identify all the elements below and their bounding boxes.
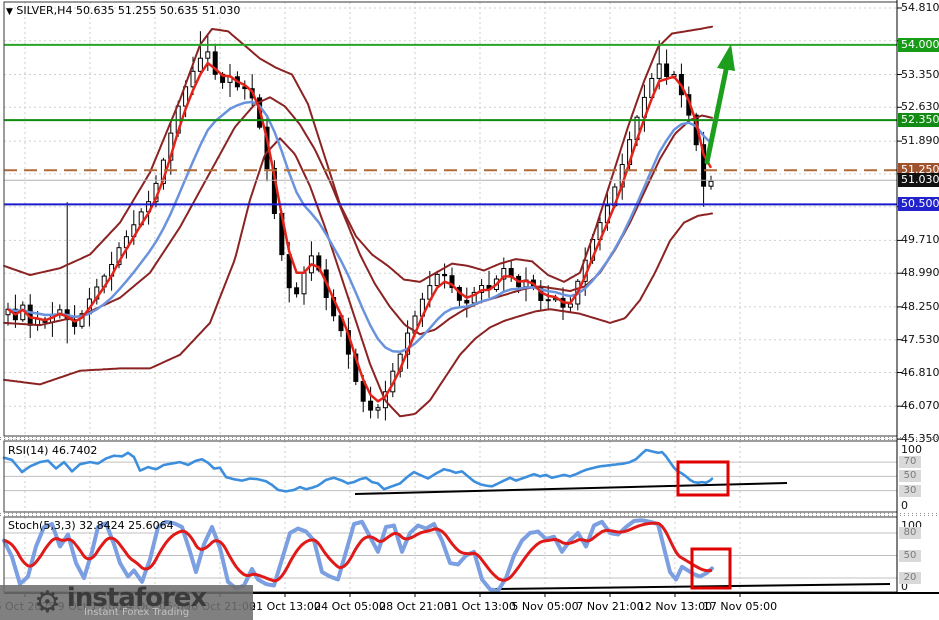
symbol-dropdown-marker[interactable]: ▼ xyxy=(6,7,13,17)
price-badge-51.030: 51.030 xyxy=(898,173,939,187)
instaforex-watermark: ⚙ instaforex Instant Forex Trading xyxy=(0,585,253,620)
price-badge-52.350: 52.350 xyxy=(898,113,939,127)
candle-body xyxy=(664,63,670,77)
candle-body xyxy=(545,299,551,302)
pane-frames xyxy=(0,0,939,597)
candle-body xyxy=(708,180,714,187)
up-arrow-head xyxy=(717,44,735,71)
candle-body xyxy=(375,407,381,411)
rsi-highlight-rect xyxy=(676,460,730,497)
candle-body xyxy=(442,273,448,277)
rsi-scale-100: 100 xyxy=(901,443,922,456)
price-scale-label: 47.530 xyxy=(901,333,939,346)
candle-body xyxy=(567,303,573,308)
candle-body xyxy=(301,272,307,295)
price-scale-label: 48.990 xyxy=(901,266,939,279)
time-axis-label: 5 Nov 05:00 xyxy=(511,600,579,613)
rsi-trendline[interactable] xyxy=(354,482,788,495)
time-axis-label: 24 Oct 05:00 xyxy=(314,600,386,613)
rsi-pane[interactable] xyxy=(2,448,897,497)
rsi-scale-0: 0 xyxy=(901,499,908,512)
rsi-level-badge-30: 30 xyxy=(899,485,921,497)
stoch-indicator-label: Stoch(5,3,3) 32.8424 25.6064 xyxy=(8,519,174,532)
chart-title: ▼ SILVER,H4 50.635 51.255 50.635 51.030 xyxy=(6,4,240,17)
price-badge-54.000: 54.000 xyxy=(898,38,939,52)
trading-chart-window: ▼ SILVER,H4 50.635 51.255 50.635 51.030 … xyxy=(0,0,939,620)
candle-body xyxy=(205,51,211,59)
price-scale-label: 51.890 xyxy=(901,134,939,147)
fast-ma-line xyxy=(7,61,713,403)
stoch-level-badge-80: 80 xyxy=(899,527,921,539)
candle-body xyxy=(197,57,203,72)
watermark-tagline: Instant Forex Trading xyxy=(83,607,190,618)
price-scale-label: 52.630 xyxy=(901,100,939,113)
time-axis-label: 21 Oct 13:00 xyxy=(249,600,321,613)
time-axis-label: 12 Nov 13:00 xyxy=(637,600,713,613)
rsi-line xyxy=(2,448,714,493)
price-scale-label: 53.350 xyxy=(901,68,939,81)
candle-body xyxy=(464,299,470,304)
time-axis-label: 28 Oct 21:00 xyxy=(379,600,451,613)
candle-body xyxy=(294,287,300,295)
grid-lines xyxy=(4,2,897,592)
candle-body xyxy=(434,273,440,287)
horizontal-price-lines xyxy=(4,43,897,206)
watermark-brand: instaforex xyxy=(66,583,207,613)
price-scale-label: 46.070 xyxy=(901,399,939,412)
price-scale-label: 46.810 xyxy=(901,366,939,379)
time-axis-label: 31 Oct 13:00 xyxy=(444,600,516,613)
stoch-level-badge-50: 50 xyxy=(899,550,921,562)
up-arrow-shaft xyxy=(704,67,729,165)
rsi-level-badge-50: 50 xyxy=(899,470,921,482)
candle-body xyxy=(286,254,292,289)
price-scale-label: 48.250 xyxy=(901,300,939,313)
bollinger-upper xyxy=(3,25,713,283)
candle-body xyxy=(656,63,662,79)
time-axis-label: 17 Nov 05:00 xyxy=(702,600,778,613)
rsi-indicator-label: RSI(14) 46.7402 xyxy=(8,444,98,457)
stoch-level-badge-20: 20 xyxy=(899,572,921,584)
candle-body xyxy=(368,400,374,411)
price-scale-label: 49.710 xyxy=(901,233,939,246)
price-badge-50.500: 50.500 xyxy=(898,197,939,211)
rsi-level-badge-70: 70 xyxy=(899,456,921,468)
time-axis-label: 7 Nov 21:00 xyxy=(576,600,644,613)
instaforex-gear-icon: ⚙ xyxy=(34,584,61,620)
symbol-title-text: SILVER,H4 50.635 51.255 50.635 51.030 xyxy=(16,4,241,17)
price-scale-label: 54.810 xyxy=(901,1,939,14)
